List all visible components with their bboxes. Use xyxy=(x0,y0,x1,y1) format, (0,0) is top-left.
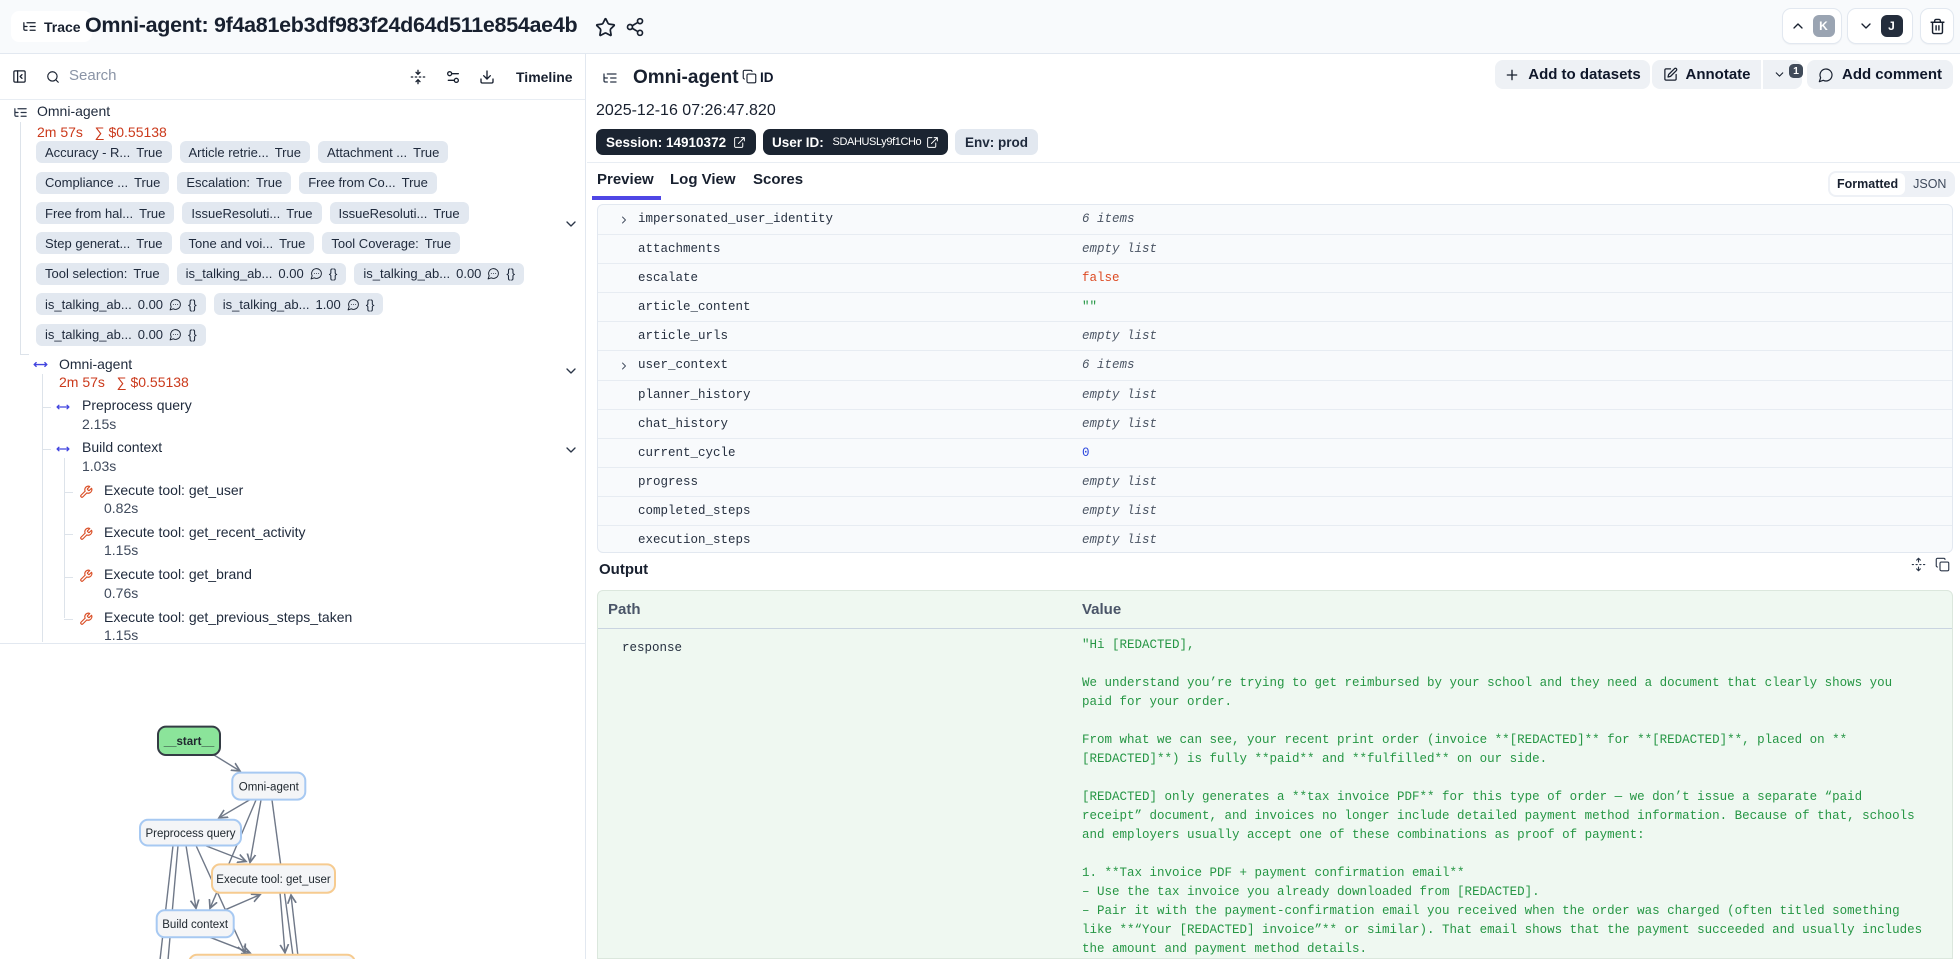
svg-text:Execute tool: get_user: Execute tool: get_user xyxy=(216,874,331,886)
svg-text:__start__: __start__ xyxy=(163,736,215,748)
svg-text:Preprocess query: Preprocess query xyxy=(145,828,235,840)
svg-text:Omni-agent: Omni-agent xyxy=(239,782,300,794)
svg-text:Build context: Build context xyxy=(162,919,229,931)
